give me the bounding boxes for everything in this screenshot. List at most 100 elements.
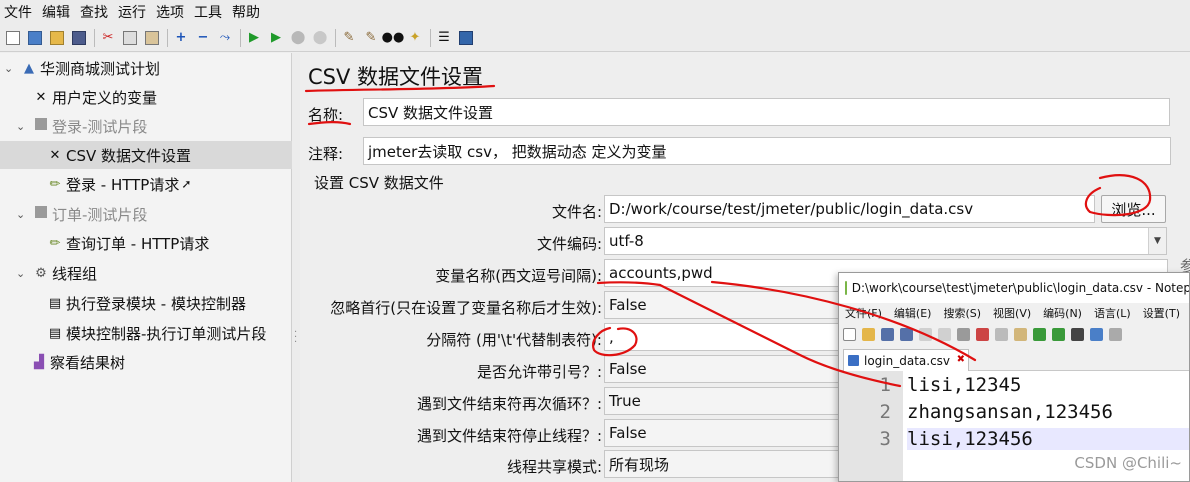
toolbar-separator	[430, 28, 431, 47]
menubar: 文件 编辑 查找 运行 选项 工具 帮助	[0, 0, 1190, 24]
tree-node-thread-group[interactable]: ⌄ ⚙ 线程组	[16, 259, 97, 287]
fragment-icon	[32, 118, 50, 134]
csdn-watermark: CSDN @Chili~	[1074, 454, 1182, 472]
filename-field[interactable]: D:/work/course/test/jmeter/public/login_…	[604, 195, 1095, 223]
tree-node-label: CSV 数据文件设置	[66, 146, 192, 165]
tree-node-exec-login[interactable]: ▤ 执行登录模块 - 模块控制器	[46, 289, 246, 317]
cut-icon[interactable]: ✂	[99, 29, 117, 47]
quoted-data-label: 是否允许带引号？:	[476, 363, 602, 381]
menu-help[interactable]: 帮助	[232, 2, 260, 22]
editor-line[interactable]: 3 lisi,123456	[839, 425, 1189, 452]
menu-options[interactable]: 选项	[156, 2, 184, 22]
np-paste-icon[interactable]	[1014, 327, 1027, 341]
menu-run[interactable]: 运行	[118, 2, 146, 22]
find-icon[interactable]: ●●	[382, 29, 405, 47]
shutdown-icon[interactable]: ⬤	[311, 29, 329, 47]
editor-line[interactable]: 2 zhangsansan,123456	[839, 398, 1189, 425]
menu-tools[interactable]: 工具	[194, 2, 222, 22]
splitter-grip-icon[interactable]: · · ·	[294, 328, 297, 348]
np-find-icon[interactable]	[1071, 327, 1084, 341]
toolbar-separator	[167, 28, 168, 47]
np-redo-icon[interactable]	[1052, 327, 1065, 341]
np-menu-encoding[interactable]: 编码(N)	[1043, 305, 1082, 321]
np-replace-icon[interactable]	[1090, 327, 1103, 341]
np-new-icon[interactable]	[843, 327, 856, 341]
np-menu-file[interactable]: 文件(F)	[845, 305, 882, 321]
collapse-icon[interactable]: −	[194, 29, 212, 47]
notepad-window: D:\work\course\test\jmeter\public\login_…	[838, 272, 1190, 482]
stop-icon[interactable]: ⬤	[289, 29, 307, 47]
save-icon[interactable]	[70, 29, 88, 47]
np-menu-language[interactable]: 语言(L)	[1094, 305, 1131, 321]
notepad-title: D:\work\course\test\jmeter\public\login_…	[851, 281, 1190, 295]
tree-node-label: 执行登录模块 - 模块控制器	[66, 294, 246, 313]
help-icon[interactable]	[457, 29, 475, 47]
np-save-all-icon[interactable]	[900, 327, 913, 341]
chevron-down-icon[interactable]: ⌄	[16, 120, 30, 133]
stop-thread-eof-label: 遇到文件结束符停止线程？:	[416, 427, 602, 445]
encoding-value: utf-8	[609, 232, 644, 250]
np-copy-icon[interactable]	[995, 327, 1008, 341]
copy-icon[interactable]	[121, 29, 139, 47]
reset-search-icon[interactable]: ✦	[406, 29, 424, 47]
line-text: lisi,123456	[907, 427, 1189, 450]
tree-node-order-fragment[interactable]: ⌄ 订单-测试片段	[16, 200, 147, 228]
np-tab-login-data[interactable]: login_data.csv ✖	[843, 349, 970, 371]
clear-icon[interactable]: ✎	[340, 29, 358, 47]
tree-node-csv-config[interactable]: ✕ CSV 数据文件设置	[0, 141, 292, 169]
ignore-first-line-label: 忽略首行(只在设置了变量名称后才生效):	[330, 299, 602, 317]
tree-node-test-plan[interactable]: ⌄ ▲ 华测商城测试计划	[4, 54, 160, 82]
menu-search[interactable]: 查找	[80, 2, 108, 22]
np-save-icon[interactable]	[881, 327, 894, 341]
np-menu-view[interactable]: 视图(V)	[993, 305, 1031, 321]
np-menu-search[interactable]: 搜索(S)	[943, 305, 981, 321]
toggle-icon[interactable]: ⤳	[216, 29, 234, 47]
paste-icon[interactable]	[143, 29, 161, 47]
browse-button[interactable]: 浏览...	[1101, 195, 1166, 223]
comment-field[interactable]: jmeter去读取 csv， 把数据动态 定义为变量	[363, 137, 1171, 165]
toolbar-separator	[240, 28, 241, 47]
new-icon[interactable]	[4, 29, 22, 47]
close-icon[interactable]: ✖	[957, 354, 965, 365]
encoding-combo[interactable]: utf-8 ▼	[604, 227, 1167, 255]
notepad-titlebar[interactable]: D:\work\course\test\jmeter\public\login_…	[839, 273, 1190, 303]
expand-icon[interactable]: +	[172, 29, 190, 47]
tree-node-label: 用户定义的变量	[52, 88, 158, 107]
line-text: zhangsansan,123456	[907, 400, 1113, 423]
tree-node-query-order[interactable]: ✏ 查询订单 - HTTP请求	[46, 229, 210, 257]
editor-line[interactable]: 1 lisi,12345	[839, 371, 1189, 398]
np-open-icon[interactable]	[862, 327, 875, 341]
line-number: 3	[879, 427, 891, 450]
tree-node-module-ctrl[interactable]: ▤ 模块控制器-执行订单测试片段	[46, 319, 267, 347]
start-no-pause-icon[interactable]: ▶	[267, 29, 285, 47]
templates-icon[interactable]	[26, 29, 44, 47]
np-print-icon[interactable]	[957, 327, 970, 341]
chevron-down-icon[interactable]: ▼	[1148, 228, 1166, 254]
np-close-all-icon[interactable]	[938, 327, 951, 341]
test-plan-tree: ⌄ ▲ 华测商城测试计划 ✕ 用户定义的变量 ⌄ 登录-测试片段 ✕ CSV 数…	[0, 53, 292, 482]
np-zoom-icon[interactable]	[1109, 327, 1122, 341]
name-field[interactable]: CSV 数据文件设置	[363, 98, 1170, 126]
np-menu-edit[interactable]: 编辑(E)	[894, 305, 932, 321]
tree-node-result-tree[interactable]: ▟ 察看结果树	[30, 348, 125, 376]
recycle-eof-label: 遇到文件结束符再次循环？:	[416, 395, 602, 413]
clear-all-icon[interactable]: ✎	[362, 29, 380, 47]
module-controller-icon: ▤	[48, 295, 62, 311]
function-helper-icon[interactable]: ☰	[435, 29, 453, 47]
menu-file[interactable]: 文件	[4, 2, 32, 22]
pane-splitter[interactable]	[292, 53, 300, 482]
tree-node-label: 登录-测试片段	[52, 117, 148, 136]
np-menu-settings[interactable]: 设置(T)	[1143, 305, 1180, 321]
tree-node-login-fragment[interactable]: ⌄ 登录-测试片段	[16, 112, 147, 140]
chevron-down-icon[interactable]: ⌄	[16, 267, 30, 280]
np-cut-icon[interactable]	[976, 327, 989, 341]
chevron-down-icon[interactable]: ⌄	[16, 208, 30, 221]
chevron-down-icon[interactable]: ⌄	[4, 62, 18, 75]
start-icon[interactable]: ▶	[245, 29, 263, 47]
menu-edit[interactable]: 编辑	[42, 2, 70, 22]
np-undo-icon[interactable]	[1033, 327, 1046, 341]
np-close-icon[interactable]	[919, 327, 932, 341]
tree-node-login-http[interactable]: ✏ 登录 - HTTP请求 ➚	[46, 170, 192, 198]
open-icon[interactable]	[48, 29, 66, 47]
tree-node-user-vars[interactable]: ✕ 用户定义的变量	[32, 83, 157, 111]
